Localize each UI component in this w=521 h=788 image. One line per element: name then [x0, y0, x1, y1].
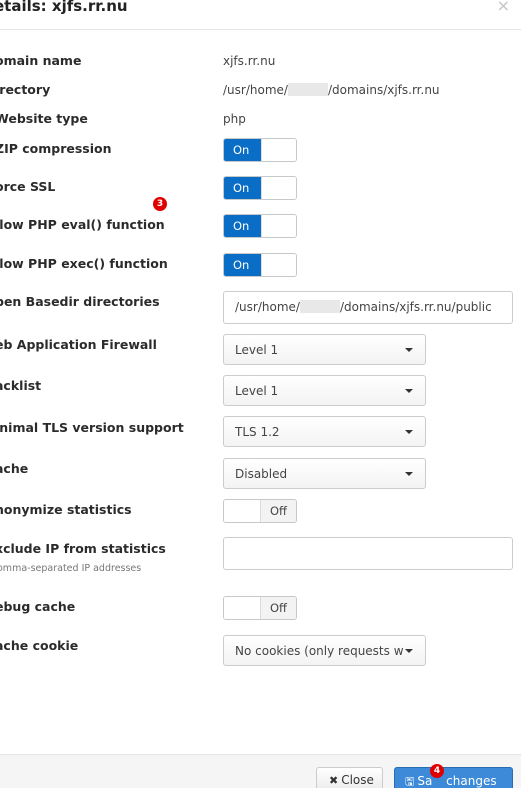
- blacklist-selected: Level 1: [235, 384, 279, 398]
- modal-title: etails: xjfs.rr.nu: [0, 0, 128, 15]
- cache-select[interactable]: Disabled: [223, 458, 426, 489]
- save-changes-button[interactable]: 🖫 Sa changes: [394, 767, 513, 788]
- exclude-ip-help: omma-separated IP addresses: [0, 563, 142, 574]
- toggle-on-half: [224, 500, 261, 522]
- waf-select[interactable]: Level 1: [223, 334, 426, 365]
- exclude-ip-label: xclude IP from statistics: [0, 541, 166, 556]
- caret-down-icon: [405, 649, 413, 653]
- debug-cache-toggle[interactable]: Off: [223, 596, 297, 620]
- exclude-ip-input[interactable]: [223, 537, 513, 570]
- min-tls-selected: TLS 1.2: [235, 425, 280, 439]
- caret-down-icon: [405, 389, 413, 393]
- force-ssl-label: orce SSL: [0, 179, 56, 194]
- directory-suffix: /domains/xjfs.rr.nu: [327, 83, 440, 97]
- gzip-toggle[interactable]: On: [223, 138, 297, 162]
- toggle-on-state: On: [224, 139, 261, 161]
- close-button[interactable]: ✖ Close: [316, 767, 383, 788]
- cache-selected: Disabled: [235, 467, 288, 481]
- debug-cache-label: ebug cache: [0, 599, 76, 614]
- cache-cookie-selected: No cookies (only requests w: [235, 644, 404, 658]
- website-type-label: Website type: [0, 111, 88, 126]
- domain-name-value: xjfs.rr.nu: [223, 54, 276, 68]
- floppy-disk-icon: 🖫: [405, 775, 415, 788]
- toggle-off-half: [261, 215, 296, 237]
- toggle-on-half: [224, 597, 261, 619]
- caret-down-icon: [405, 430, 413, 434]
- anonymize-toggle[interactable]: Off: [223, 499, 297, 523]
- directory-value: /usr/home/ /domains/xjfs.rr.nu: [223, 83, 440, 97]
- toggle-on-state: On: [224, 177, 261, 199]
- min-tls-label: inimal TLS version support: [0, 420, 184, 435]
- php-eval-label: llow PHP eval() function: [0, 217, 165, 232]
- open-basedir-prefix: /usr/home/: [235, 300, 300, 314]
- toggle-off-state: Off: [261, 597, 296, 619]
- toggle-off-state: Off: [261, 500, 296, 522]
- blacklist-select[interactable]: Level 1: [223, 375, 426, 406]
- annotation-badge-3: 3: [153, 197, 167, 211]
- redacted-username: [287, 83, 328, 96]
- open-basedir-label: pen Basedir directories: [0, 294, 160, 309]
- open-basedir-suffix: /domains/xjfs.rr.nu/public: [339, 300, 492, 314]
- directory-prefix: /usr/home/: [223, 83, 288, 97]
- header-divider: [0, 29, 521, 30]
- toggle-off-half: [261, 254, 296, 276]
- save-label-part-b: changes: [442, 774, 497, 788]
- redacted-username: [299, 300, 340, 313]
- cache-cookie-label: ache cookie: [0, 638, 79, 653]
- close-icon[interactable]: ×: [497, 0, 510, 15]
- caret-down-icon: [405, 348, 413, 352]
- close-button-label: Close: [341, 773, 374, 787]
- caret-down-icon: [405, 472, 413, 476]
- close-icon: ✖: [329, 774, 339, 787]
- save-label-part-a: Sa: [417, 774, 433, 788]
- php-exec-toggle[interactable]: On: [223, 253, 297, 277]
- website-type-value: php: [223, 112, 246, 126]
- waf-label: eb Application Firewall: [0, 337, 157, 352]
- waf-selected: Level 1: [235, 343, 279, 357]
- toggle-off-half: [261, 139, 296, 161]
- force-ssl-toggle[interactable]: On: [223, 176, 297, 200]
- php-exec-label: llow PHP exec() function: [0, 256, 168, 271]
- blacklist-label: acklist: [0, 378, 42, 393]
- domain-name-label: omain name: [0, 53, 82, 68]
- annotation-badge-4: 4: [430, 764, 444, 778]
- anonymize-label: nonymize statistics: [0, 502, 132, 517]
- directory-label: irectory: [0, 82, 51, 97]
- php-eval-toggle[interactable]: On: [223, 214, 297, 238]
- toggle-on-state: On: [224, 215, 261, 237]
- toggle-on-state: On: [224, 254, 261, 276]
- min-tls-select[interactable]: TLS 1.2: [223, 416, 426, 447]
- toggle-off-half: [261, 177, 296, 199]
- cache-cookie-select[interactable]: No cookies (only requests w: [223, 635, 426, 666]
- open-basedir-input[interactable]: /usr/home/ /domains/xjfs.rr.nu/public: [223, 291, 513, 324]
- gzip-label: ZIP compression: [0, 141, 112, 156]
- cache-label: ache: [0, 461, 29, 476]
